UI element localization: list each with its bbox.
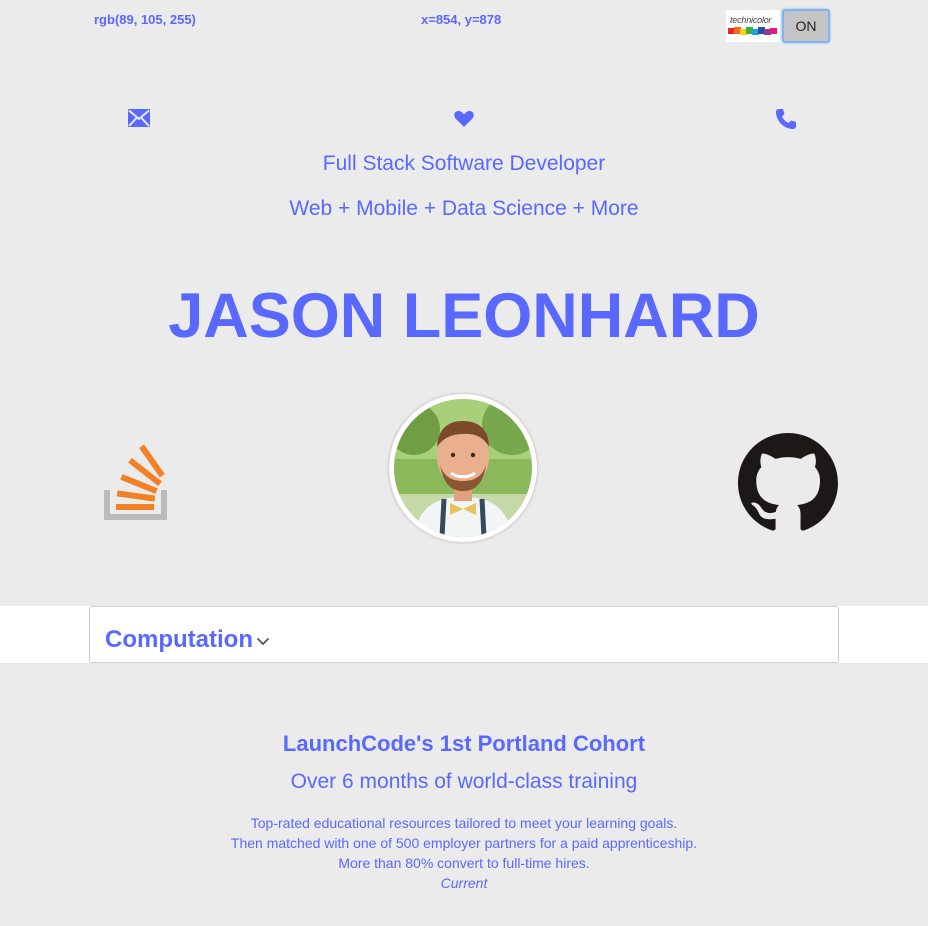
experience-description-line: More than 80% convert to full-time hires… xyxy=(338,855,590,871)
experience-status: Current xyxy=(440,875,488,891)
tagline-primary: Full Stack Software Developer xyxy=(322,152,606,175)
page-title: JASON LEONHARD xyxy=(168,281,760,351)
rgb-readout: rgb(89, 105, 255) xyxy=(94,12,196,27)
stackoverflow-icon[interactable] xyxy=(104,444,168,525)
tagline-secondary: Web + Mobile + Data Science + More xyxy=(289,197,639,220)
experience-title: LaunchCode's 1st Portland Cohort xyxy=(282,731,646,756)
experience-description-line: Then matched with one of 500 employer pa… xyxy=(230,835,698,851)
coordinate-readout: x=854, y=878 xyxy=(421,12,502,27)
avatar xyxy=(389,394,537,542)
github-icon[interactable] xyxy=(737,433,839,538)
phone-icon[interactable] xyxy=(775,108,797,135)
avatar-photo xyxy=(394,399,532,537)
computation-accordion[interactable]: Computation xyxy=(89,606,839,663)
chevron-down-icon[interactable] xyxy=(256,637,270,646)
experience-description-line: Top-rated educational resources tailored… xyxy=(250,815,678,831)
technicolor-toggle-button[interactable]: ON xyxy=(782,9,830,43)
technicolor-swatch-icon xyxy=(728,27,777,35)
experience-subtitle: Over 6 months of world-class training xyxy=(290,770,638,793)
mail-icon[interactable] xyxy=(128,109,150,132)
technicolor-logo[interactable]: technicolor xyxy=(726,10,780,42)
accordion-label: Computation xyxy=(105,626,253,653)
heart-icon[interactable] xyxy=(454,110,474,133)
